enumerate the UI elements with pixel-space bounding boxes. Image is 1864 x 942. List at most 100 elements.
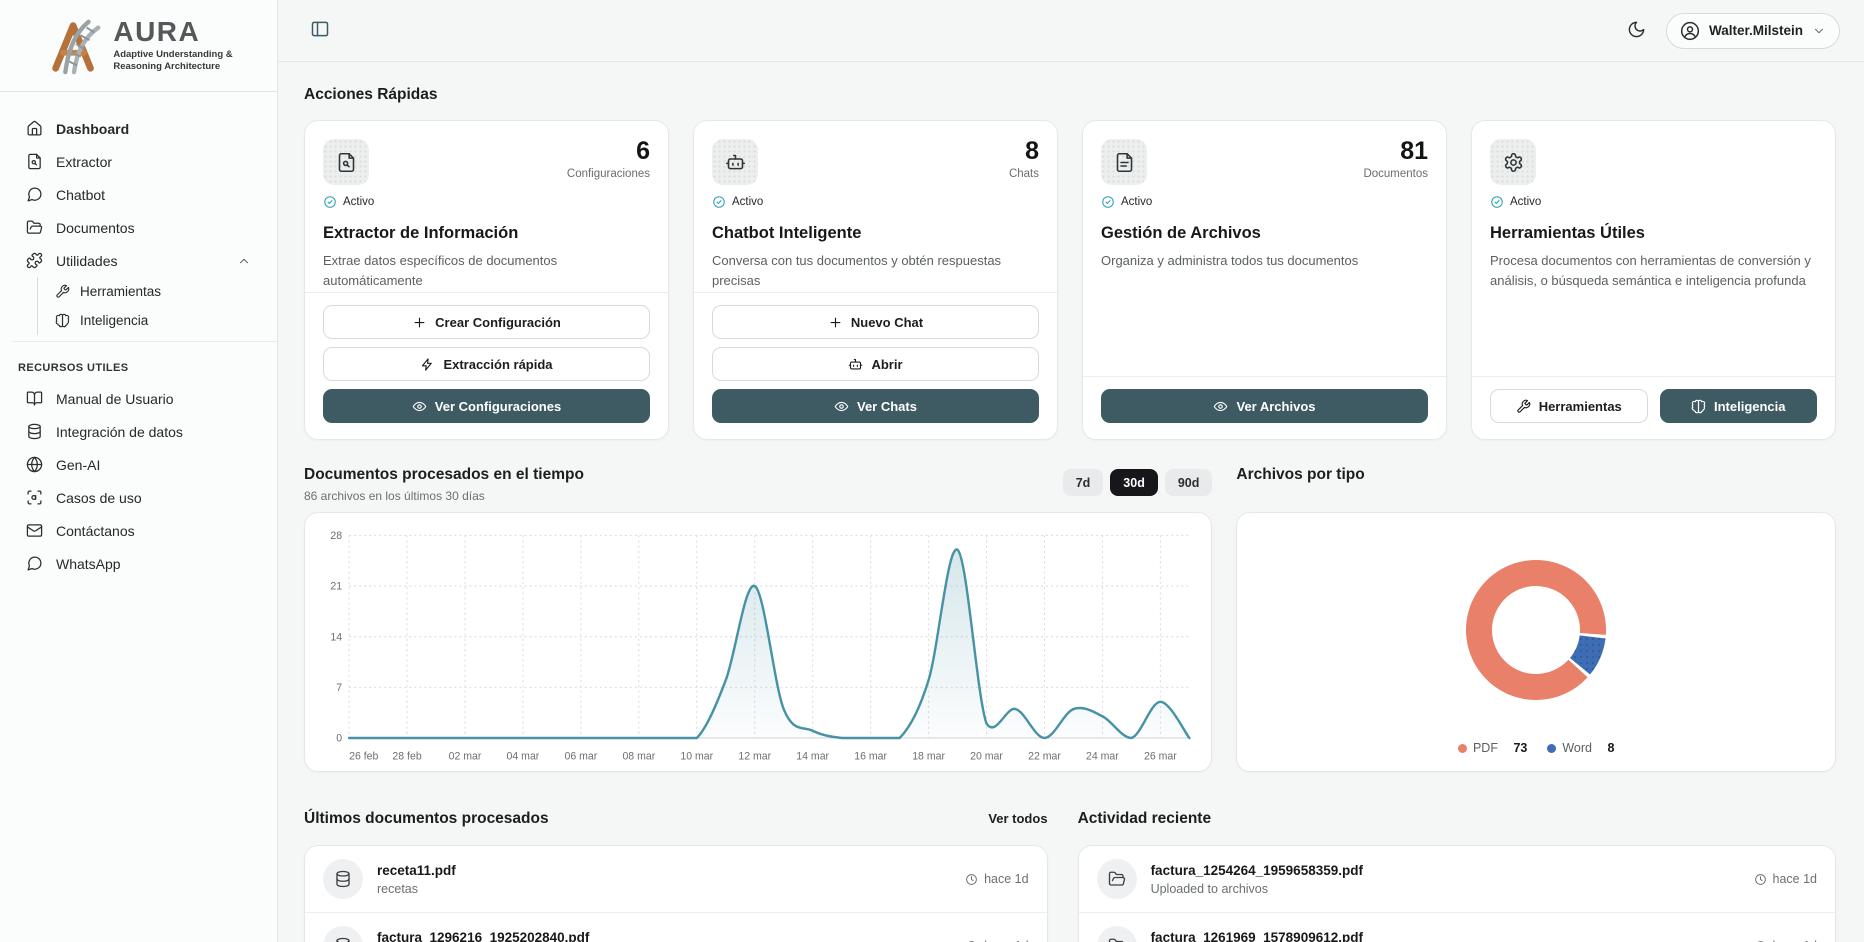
plus-icon — [412, 315, 427, 330]
range-30d-button[interactable]: 30d — [1110, 469, 1158, 496]
sidebar-item-label: Documentos — [56, 220, 135, 236]
sidebar-item-manual-de-usuario[interactable]: Manual de Usuario — [0, 382, 277, 415]
folder-open-icon — [1108, 937, 1126, 942]
document-name: receta11.pdf — [377, 863, 456, 878]
range-selector: 7d 30d 90d — [1063, 469, 1213, 496]
sidebar-item-casos-de-uso[interactable]: Casos de uso — [0, 481, 277, 514]
files-donut-chart[interactable] — [1452, 546, 1620, 714]
chevron-down-icon — [1812, 24, 1826, 38]
card-description: Organiza y administra todos tus document… — [1101, 251, 1428, 271]
sidebar-item-label: Extractor — [56, 154, 112, 170]
svg-text:28: 28 — [330, 530, 342, 542]
card-description: Procesa documentos con herramientas de c… — [1490, 251, 1817, 290]
donut-legend: PDF 73 Word 8 — [1458, 741, 1614, 755]
database-icon — [334, 937, 352, 942]
card-extractor: 6 Configuraciones Activo Extractor de In… — [304, 120, 669, 440]
range-7d-button[interactable]: 7d — [1063, 469, 1104, 496]
card-title: Extractor de Información — [323, 224, 650, 243]
document-row[interactable]: receta11.pdf recetas hace 1d — [305, 846, 1047, 912]
bot-icon — [725, 152, 746, 173]
abrir-chatbot-button[interactable]: Abrir — [712, 347, 1039, 381]
svg-text:7: 7 — [336, 682, 342, 694]
sidebar-item-chatbot[interactable]: Chatbot — [0, 178, 277, 211]
sidebar-item-dashboard[interactable]: Dashboard — [0, 112, 277, 145]
archivos-card-icon-tile — [1101, 139, 1147, 185]
card-title: Gestión de Archivos — [1101, 224, 1428, 243]
sidebar-nav: Dashboard Extractor Chatbot Documentos U… — [0, 92, 277, 580]
chat-bubble-icon — [26, 186, 43, 203]
range-90d-button[interactable]: 90d — [1165, 469, 1213, 496]
status-badge: Activo — [323, 195, 650, 209]
documentos-count-label: Documentos — [1363, 168, 1428, 180]
sidebar-item-gen-ai[interactable]: Gen-AI — [0, 448, 277, 481]
dark-mode-toggle-button[interactable] — [1625, 18, 1648, 44]
recent-documents-title: Últimos documentos procesados — [304, 810, 549, 828]
svg-text:08 mar: 08 mar — [622, 751, 655, 763]
nuevo-chat-button[interactable]: Nuevo Chat — [712, 305, 1039, 339]
chats-count: 8 — [1009, 139, 1039, 164]
activity-row[interactable]: factura_1254264_1959658359.pdf Uploaded … — [1079, 846, 1835, 912]
crear-configuracion-button[interactable]: Crear Configuración — [323, 305, 650, 339]
moon-icon — [1627, 20, 1646, 39]
activity-name: factura_1254264_1959658359.pdf — [1151, 863, 1363, 878]
sidebar-item-label: Integración de datos — [56, 424, 183, 440]
file-search-icon — [26, 153, 43, 170]
brain-icon — [55, 313, 70, 328]
svg-text:26 feb: 26 feb — [349, 751, 378, 763]
user-menu-button[interactable]: Walter.Milstein — [1666, 13, 1840, 49]
svg-text:04 mar: 04 mar — [507, 751, 540, 763]
sidebar-item-contactanos[interactable]: Contáctanos — [0, 514, 277, 547]
sidebar-item-inteligencia[interactable]: Inteligencia — [38, 306, 277, 335]
ver-todos-link[interactable]: Ver todos — [988, 811, 1047, 826]
activity-name: factura_1261969_1578909612.pdf — [1151, 930, 1363, 942]
sidebar-item-label: Dashboard — [56, 121, 129, 137]
sidebar-item-label: Casos de uso — [56, 490, 142, 506]
timeline-title: Documentos procesados en el tiempo — [304, 466, 584, 484]
sidebar-item-herramientas[interactable]: Herramientas — [38, 277, 277, 306]
bot-icon — [848, 357, 863, 372]
card-title: Chatbot Inteligente — [712, 224, 1039, 243]
svg-text:21: 21 — [330, 581, 342, 593]
clock-icon — [965, 873, 978, 886]
activity-row[interactable]: factura_1261969_1578909612.pdf Uploaded … — [1079, 912, 1835, 942]
documentos-count: 81 — [1363, 139, 1428, 164]
card-chatbot: 8 Chats Activo Chatbot Inteligente Conve… — [693, 120, 1058, 440]
database-icon — [26, 423, 43, 440]
ver-chats-button[interactable]: Ver Chats — [712, 389, 1039, 423]
card-description: Extrae datos específicos de documentos a… — [323, 251, 650, 290]
svg-text:02 mar: 02 mar — [449, 751, 482, 763]
ver-archivos-button[interactable]: Ver Archivos — [1101, 389, 1428, 423]
activity-icon-circle — [1097, 926, 1137, 942]
ver-configuraciones-button[interactable]: Ver Configuraciones — [323, 389, 650, 423]
badge-check-icon — [1101, 195, 1115, 209]
document-icon-circle — [323, 926, 363, 942]
sidebar-item-documentos[interactable]: Documentos — [0, 211, 277, 244]
extraccion-rapida-button[interactable]: Extracción rápida — [323, 347, 650, 381]
sidebar-item-utilidades[interactable]: Utilidades — [0, 244, 277, 277]
legend-word[interactable]: Word 8 — [1547, 741, 1614, 755]
svg-text:16 mar: 16 mar — [854, 751, 887, 763]
svg-text:18 mar: 18 mar — [912, 751, 945, 763]
sidebar-item-label: Manual de Usuario — [56, 391, 174, 407]
user-name: Walter.Milstein — [1709, 23, 1803, 38]
wrench-icon — [55, 284, 70, 299]
document-row[interactable]: factura_1296216_1925202840.pdf facturas … — [305, 912, 1047, 942]
sidebar-item-whatsapp[interactable]: WhatsApp — [0, 547, 277, 580]
quick-actions-title: Acciones Rápidas — [304, 86, 1836, 104]
timeline-area-chart[interactable]: 26 feb28 feb02 mar04 mar06 mar08 mar10 m… — [313, 523, 1203, 769]
clock-icon — [1754, 873, 1767, 886]
sidebar-item-extractor[interactable]: Extractor — [0, 145, 277, 178]
utilidades-submenu: Herramientas Inteligencia — [37, 277, 277, 335]
legend-pdf[interactable]: PDF 73 — [1458, 741, 1527, 755]
activity-detail: Uploaded to archivos — [1151, 882, 1363, 896]
svg-text:06 mar: 06 mar — [565, 751, 598, 763]
sidebar-item-label: Inteligencia — [80, 313, 148, 328]
sidebar-item-integracion-de-datos[interactable]: Integración de datos — [0, 415, 277, 448]
dashboard-content: Acciones Rápidas 6 Configuraciones Activ… — [278, 62, 1864, 942]
herramientas-button[interactable]: Herramientas — [1490, 389, 1648, 423]
recent-activity-title: Actividad reciente — [1078, 810, 1212, 828]
inteligencia-button[interactable]: Inteligencia — [1660, 389, 1818, 423]
sidebar-toggle-button[interactable] — [308, 17, 332, 44]
status-badge: Activo — [1101, 195, 1428, 209]
svg-text:24 mar: 24 mar — [1086, 751, 1119, 763]
